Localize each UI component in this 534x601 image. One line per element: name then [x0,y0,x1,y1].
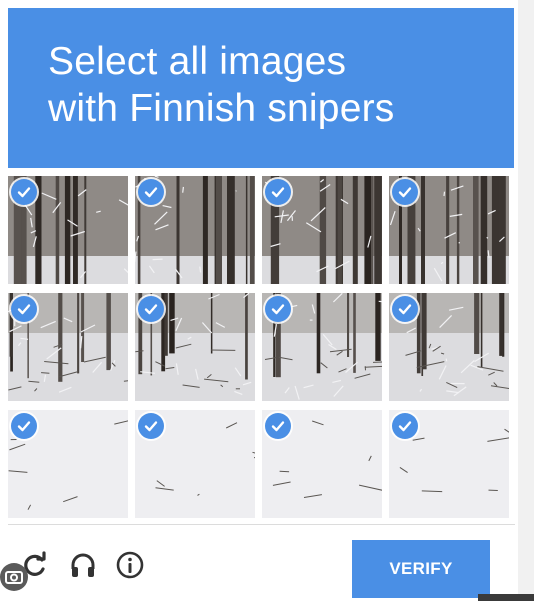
check-icon [392,296,418,322]
image-tile[interactable] [262,293,382,401]
check-icon [138,296,164,322]
image-tile[interactable] [389,176,509,284]
image-tile[interactable] [389,410,509,518]
info-icon[interactable] [113,548,147,582]
check-icon [392,413,418,439]
lens-icon[interactable] [0,563,28,591]
instruction-line-1: Select all images [48,40,347,83]
check-icon [392,179,418,205]
image-tile[interactable] [135,293,255,401]
image-tile[interactable] [262,176,382,284]
footer-divider [8,524,515,525]
captcha-instructions: Select all images with Finnish snipers [8,8,514,168]
instruction-line-2: with Finnish snipers [48,87,395,130]
check-icon [11,413,37,439]
image-tile[interactable] [262,410,382,518]
check-icon [11,296,37,322]
image-tile[interactable] [8,410,128,518]
image-tile[interactable] [389,293,509,401]
check-icon [11,179,37,205]
image-tile[interactable] [135,410,255,518]
image-grid [8,176,515,518]
check-icon [265,296,291,322]
verify-button[interactable]: VERIFY [352,540,490,598]
image-tile[interactable] [8,293,128,401]
check-icon [265,179,291,205]
image-tile[interactable] [8,176,128,284]
corner-overlay [478,594,534,601]
page-edge-strip [518,0,534,601]
check-icon [265,413,291,439]
check-icon [138,179,164,205]
headphones-icon[interactable] [66,548,100,582]
check-icon [138,413,164,439]
image-tile[interactable] [135,176,255,284]
